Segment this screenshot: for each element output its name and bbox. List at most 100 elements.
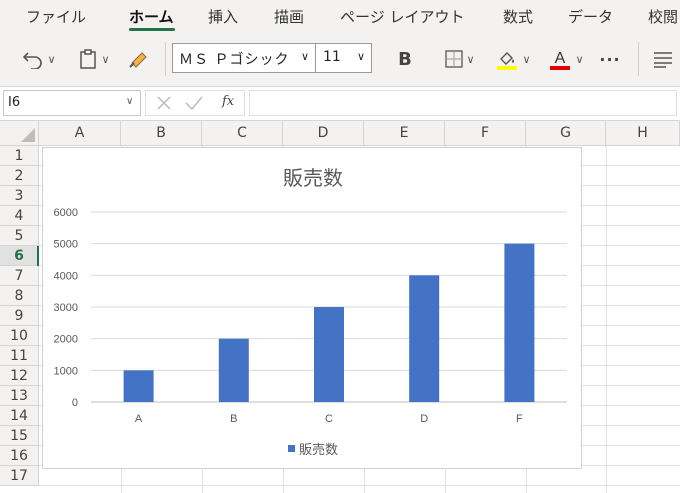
chevron-down-icon: ∨ <box>126 96 134 107</box>
svg-text:A: A <box>555 50 566 67</box>
row-header-16[interactable]: 16 <box>0 446 39 466</box>
cell-reference: I6 <box>8 95 21 110</box>
more-options-button[interactable]: ··· <box>596 45 624 73</box>
tab-formulas[interactable]: 数式 <box>503 6 533 27</box>
font-selector[interactable]: ＭＳ Ｐゴシック ∨ 11 ∨ <box>172 43 372 73</box>
font-name-value: ＭＳ Ｐゴシック <box>179 52 290 68</box>
bar-f[interactable] <box>504 243 535 402</box>
font-size-value[interactable]: 11 <box>323 49 341 65</box>
column-header-h[interactable]: H <box>606 121 680 146</box>
bar-c[interactable] <box>314 307 344 402</box>
font-divider <box>315 44 316 72</box>
row-header-13[interactable]: 13 <box>0 386 39 406</box>
y-tick-label: 2000 <box>54 334 78 346</box>
chart-legend: 販売数 <box>288 439 338 458</box>
select-all-icon <box>21 128 35 142</box>
enter-icon[interactable] <box>185 96 203 111</box>
row-header-8[interactable]: 8 <box>0 286 39 306</box>
x-tick-label: F <box>516 413 523 425</box>
align-icon <box>654 52 672 68</box>
borders-icon <box>445 50 464 68</box>
tab-home[interactable]: ホーム <box>129 6 174 27</box>
ribbon-tab-bar: ファイル ホーム 挿入 描画 ページ レイアウト 数式 データ 校閲 <box>0 0 680 34</box>
formula-bar: I6 ∨ fx <box>0 87 680 121</box>
column-header-c[interactable]: C <box>202 121 283 146</box>
x-tick-label: A <box>135 413 143 425</box>
chevron-down-icon: ∨ <box>466 52 475 66</box>
row-header-17[interactable]: 17 <box>0 466 39 486</box>
format-painter-icon <box>129 52 147 68</box>
formula-input[interactable] <box>249 90 677 116</box>
row-header-4[interactable]: 4 <box>0 206 39 226</box>
borders-button[interactable]: ∨ <box>438 45 482 73</box>
legend-swatch <box>288 445 295 452</box>
align-button[interactable] <box>650 45 676 73</box>
chart[interactable]: 販売数 0 1000 2000 3000 4000 5000 6000 A B C D F 販売数 <box>42 147 582 469</box>
y-tick-label: 4000 <box>54 270 78 282</box>
active-tab-indicator <box>129 28 175 31</box>
row-header-1[interactable]: 1 <box>0 146 39 166</box>
name-box[interactable]: I6 ∨ <box>3 90 141 116</box>
row-header-6[interactable]: 6 <box>0 246 39 266</box>
chevron-down-icon: ∨ <box>101 52 110 66</box>
row-header-2[interactable]: 2 <box>0 166 39 186</box>
column-header-e[interactable]: E <box>364 121 445 146</box>
font-color-icon: A <box>550 50 571 70</box>
y-tick-label: 1000 <box>54 365 78 377</box>
chevron-down-icon: ∨ <box>522 52 531 66</box>
y-tick-label: 6000 <box>54 207 78 219</box>
x-tick-label: B <box>230 413 237 425</box>
column-header-f[interactable]: F <box>445 121 526 146</box>
row-header-11[interactable]: 11 <box>0 346 39 366</box>
tab-data[interactable]: データ <box>568 6 613 27</box>
paste-icon <box>80 49 97 69</box>
column-header-g[interactable]: G <box>526 121 606 146</box>
tab-review[interactable]: 校閲 <box>648 6 678 27</box>
tab-page-layout[interactable]: ページ レイアウト <box>340 6 464 27</box>
tab-draw[interactable]: 描画 <box>274 6 304 27</box>
ribbon-toolbar: ∨ ∨ ＭＳ Ｐゴシック ∨ 11 ∨ B ∨ ∨ A ∨ ··· <box>0 34 680 87</box>
row-header-5[interactable]: 5 <box>0 226 39 246</box>
row-header-12[interactable]: 12 <box>0 366 39 386</box>
column-header-b[interactable]: B <box>121 121 202 146</box>
y-tick-label: 3000 <box>54 302 78 314</box>
x-tick-label: C <box>325 413 333 425</box>
bar-a[interactable] <box>123 370 154 402</box>
chevron-down-icon: ∨ <box>301 50 310 63</box>
legend-label: 販売数 <box>299 443 339 458</box>
fill-color-icon <box>497 52 518 70</box>
bar-b[interactable] <box>218 338 249 402</box>
chevron-down-icon: ∨ <box>575 52 584 66</box>
row-header-3[interactable]: 3 <box>0 186 39 206</box>
grid-column-line <box>606 146 607 493</box>
row-header-10[interactable]: 10 <box>0 326 39 346</box>
fx-icon[interactable]: fx <box>222 94 234 109</box>
select-all-button[interactable] <box>0 121 39 146</box>
format-painter-button[interactable] <box>126 45 152 73</box>
y-tick-label: 5000 <box>54 239 78 251</box>
row-header-9[interactable]: 9 <box>0 306 39 326</box>
toolbar-divider <box>165 42 166 76</box>
bold-button[interactable]: B <box>392 45 418 73</box>
formula-buttons: fx <box>145 90 245 116</box>
bar-d[interactable] <box>409 275 440 402</box>
paste-button[interactable]: ∨ <box>72 45 116 73</box>
chevron-down-icon: ∨ <box>47 52 56 66</box>
cancel-icon[interactable] <box>157 96 171 110</box>
tab-file[interactable]: ファイル <box>26 6 86 27</box>
grid-row-line <box>39 485 680 486</box>
x-tick-label: D <box>420 413 428 425</box>
chart-plot-area: 0 1000 2000 3000 4000 5000 6000 A B C D F <box>54 207 567 425</box>
column-header-a[interactable]: A <box>39 121 121 146</box>
toolbar-divider <box>638 42 639 76</box>
undo-icon <box>23 52 43 69</box>
font-color-button[interactable]: A ∨ <box>544 45 588 73</box>
row-header-7[interactable]: 7 <box>0 266 39 286</box>
fill-color-button[interactable]: ∨ <box>490 45 536 73</box>
row-header-14[interactable]: 14 <box>0 406 39 426</box>
row-header-15[interactable]: 15 <box>0 426 39 446</box>
tab-insert[interactable]: 挿入 <box>208 6 238 27</box>
undo-button[interactable]: ∨ <box>16 45 62 73</box>
chevron-down-icon: ∨ <box>357 50 366 63</box>
column-header-d[interactable]: D <box>283 121 364 146</box>
